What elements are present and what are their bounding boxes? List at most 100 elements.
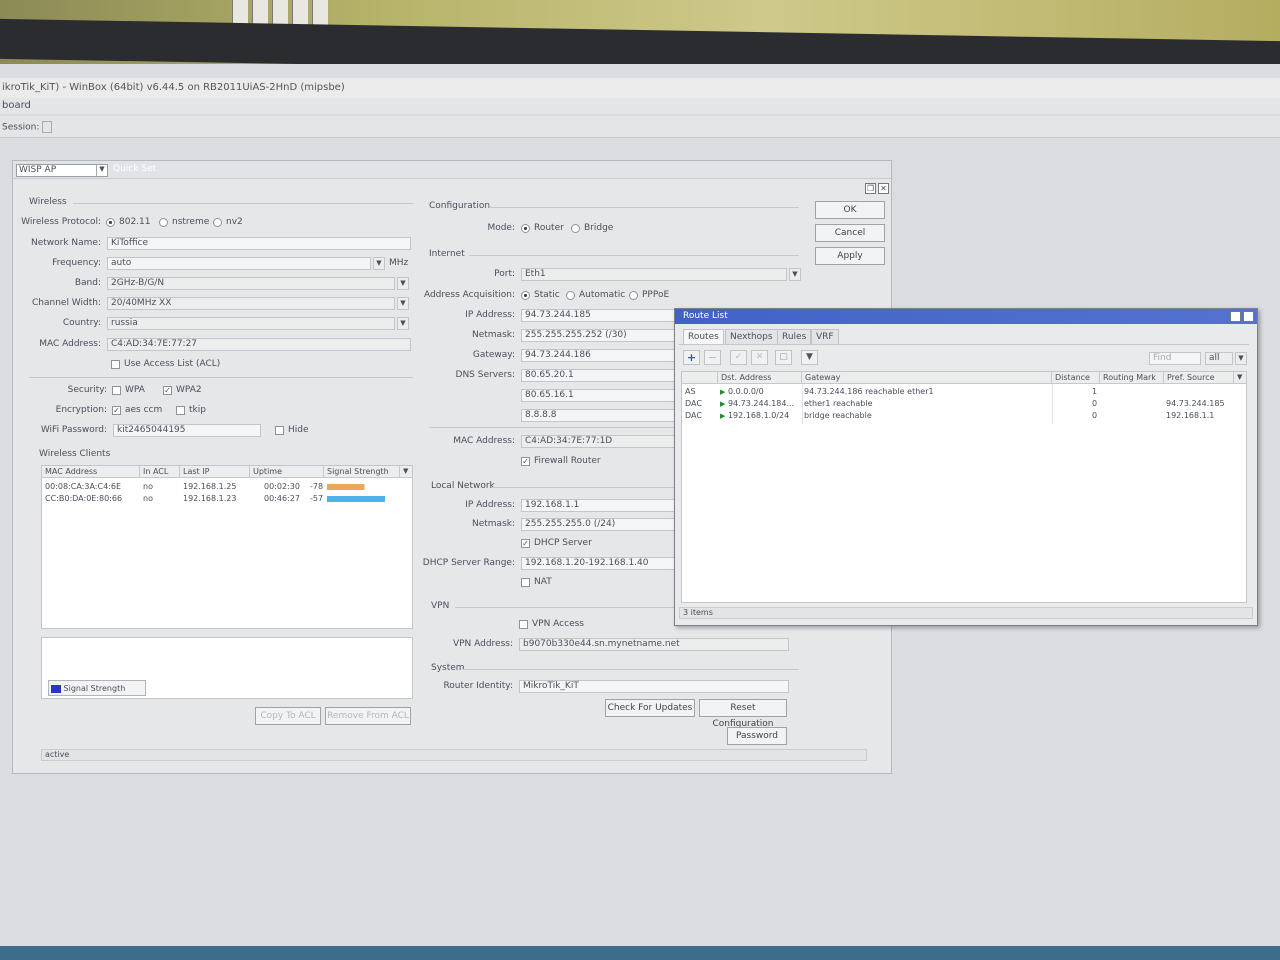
menu-dashboard[interactable]: board <box>2 100 31 111</box>
password-button[interactable]: Password <box>727 727 787 745</box>
band-label: Band: <box>74 278 101 288</box>
dhcp-server-checkbox[interactable]: ✓ <box>521 539 530 548</box>
col-header-gateway[interactable]: Gateway <box>802 372 1052 384</box>
protocol-radio-nstreme[interactable] <box>159 218 168 227</box>
aes-ccm-checkbox[interactable]: ✓ <box>112 406 121 415</box>
port-dropdown-icon[interactable]: ▼ <box>789 268 801 281</box>
columns-dropdown-icon[interactable]: ▼ <box>400 466 413 478</box>
mode-bridge-radio[interactable] <box>571 224 580 233</box>
session-input[interactable] <box>42 121 53 133</box>
comment-icon[interactable]: ▢ <box>775 350 792 365</box>
frequency-dropdown-icon[interactable]: ▼ <box>373 257 385 270</box>
hide-password-checkbox[interactable] <box>275 426 284 435</box>
client-mac: 00:08:CA:3A:C4:6E <box>45 482 121 491</box>
acq-automatic-radio[interactable] <box>566 291 575 300</box>
remove-icon[interactable]: − <box>704 350 721 365</box>
country-select[interactable]: russia <box>107 317 395 330</box>
cancel-button[interactable]: Cancel <box>815 224 885 242</box>
col-header-last-ip[interactable]: Last IP <box>180 466 250 478</box>
route-gateway: bridge reachable <box>804 411 872 420</box>
router-identity-input[interactable]: MikroTik_KiT <box>519 680 789 693</box>
check-for-updates-button[interactable]: Check For Updates <box>605 699 695 717</box>
local-ip-input[interactable]: 192.168.1.1 <box>521 499 681 512</box>
col-header-signal[interactable]: Signal Strength <box>324 466 400 478</box>
dns-server-input[interactable]: 80.65.16.1 <box>521 389 681 402</box>
restore-icon[interactable]: ❐ <box>865 183 876 194</box>
find-input[interactable]: Find <box>1149 352 1201 365</box>
tab-rules[interactable]: Rules <box>777 329 812 344</box>
dns-server-input[interactable]: 8.8.8.8 <box>521 409 681 422</box>
band-select[interactable]: 2GHz-B/G/N <box>107 277 395 290</box>
band-dropdown-icon[interactable]: ▼ <box>397 277 409 290</box>
col-header-routing-mark[interactable]: Routing Mark <box>1100 372 1164 384</box>
quickset-mode-select[interactable]: WISP AP ▼ <box>16 164 108 177</box>
router-identity-label: Router Identity: <box>443 681 513 691</box>
internet-netmask-label: Netmask: <box>471 330 515 340</box>
gateway-input[interactable]: 94.73.244.186 <box>521 349 681 362</box>
divider <box>429 427 689 428</box>
acq-static-radio[interactable] <box>521 291 530 300</box>
wpa-checkbox[interactable] <box>112 386 121 395</box>
internet-ip-input[interactable]: 94.73.244.185 <box>521 309 681 322</box>
ok-button[interactable]: OK <box>815 201 885 219</box>
col-header-uptime[interactable]: Uptime <box>250 466 324 478</box>
dhcp-range-label: DHCP Server Range: <box>422 558 515 568</box>
disable-icon[interactable]: ✕ <box>751 350 768 365</box>
mode-router-radio[interactable] <box>521 224 530 233</box>
nat-label: NAT <box>534 577 552 587</box>
tab-vrf[interactable]: VRF <box>811 329 839 344</box>
enable-icon[interactable]: ✓ <box>730 350 747 365</box>
internet-netmask-input[interactable]: 255.255.255.252 (/30) <box>521 329 681 342</box>
col-header-in-acl[interactable]: In ACL <box>140 466 180 478</box>
port-select[interactable]: Eth1 <box>521 268 787 281</box>
route-list-titlebar: Route List ❐ ✕ <box>675 309 1257 324</box>
remove-from-acl-button[interactable]: Remove From ACL <box>325 707 411 725</box>
tkip-checkbox[interactable] <box>176 406 185 415</box>
wifi-password-input[interactable]: kit2465044195 <box>113 424 261 437</box>
nat-checkbox[interactable] <box>521 578 530 587</box>
tab-routes[interactable]: Routes <box>683 329 724 345</box>
restore-icon[interactable]: ❐ <box>1230 311 1241 322</box>
session-label: Session: <box>2 122 40 133</box>
protocol-radio-nv2[interactable] <box>213 218 222 227</box>
address-acquisition-label: Address Acquisition: <box>423 290 515 300</box>
col-header-pref-source[interactable]: Pref. Source <box>1164 372 1234 384</box>
quickset-title: Quick Set <box>113 164 157 174</box>
filter-dropdown-icon[interactable]: ▼ <box>1235 352 1247 365</box>
network-name-input[interactable]: KiToffice <box>107 237 411 250</box>
tab-nexthops[interactable]: Nexthops <box>725 329 778 344</box>
columns-dropdown-icon[interactable]: ▼ <box>1234 372 1247 384</box>
wpa2-checkbox[interactable]: ✓ <box>163 386 172 395</box>
close-icon[interactable]: ✕ <box>1243 311 1254 322</box>
column-divider <box>1052 384 1053 424</box>
col-header-dst-address[interactable]: Dst. Address <box>718 372 802 384</box>
channel-width-select[interactable]: 20/40MHz XX <box>107 297 395 310</box>
dns-server-input[interactable]: 80.65.20.1 <box>521 369 681 382</box>
client-uptime: 00:02:30 <box>264 482 300 491</box>
local-netmask-input[interactable]: 255.255.255.0 (/24) <box>521 518 681 531</box>
mac-address-label: MAC Address: <box>39 339 101 349</box>
session-bar: Session: <box>0 116 1280 138</box>
protocol-radio-80211[interactable] <box>106 218 115 227</box>
add-icon[interactable]: + <box>683 350 700 365</box>
filter-icon[interactable]: ▼ <box>801 350 818 365</box>
reset-configuration-button[interactable]: Reset Configuration <box>699 699 787 729</box>
acl-checkbox[interactable] <box>111 360 120 369</box>
route-active-icon: ▶ <box>720 400 726 408</box>
copy-to-acl-button[interactable]: Copy To ACL <box>255 707 321 725</box>
route-flags: DAC <box>685 399 702 408</box>
firewall-router-label: Firewall Router <box>534 456 601 466</box>
dhcp-range-input[interactable]: 192.168.1.20-192.168.1.40 <box>521 557 681 570</box>
col-header-mac[interactable]: MAC Address <box>42 466 140 478</box>
filter-select[interactable]: all <box>1205 352 1233 365</box>
apply-button[interactable]: Apply <box>815 247 885 265</box>
col-header-distance[interactable]: Distance <box>1052 372 1100 384</box>
country-dropdown-icon[interactable]: ▼ <box>397 317 409 330</box>
col-header-flags[interactable] <box>682 372 718 384</box>
vpn-access-checkbox[interactable] <box>519 620 528 629</box>
channel-width-dropdown-icon[interactable]: ▼ <box>397 297 409 310</box>
close-icon[interactable]: ✕ <box>878 183 889 194</box>
acq-pppoe-radio[interactable] <box>629 291 638 300</box>
firewall-router-checkbox[interactable]: ✓ <box>521 457 530 466</box>
frequency-input[interactable]: auto <box>107 257 371 270</box>
